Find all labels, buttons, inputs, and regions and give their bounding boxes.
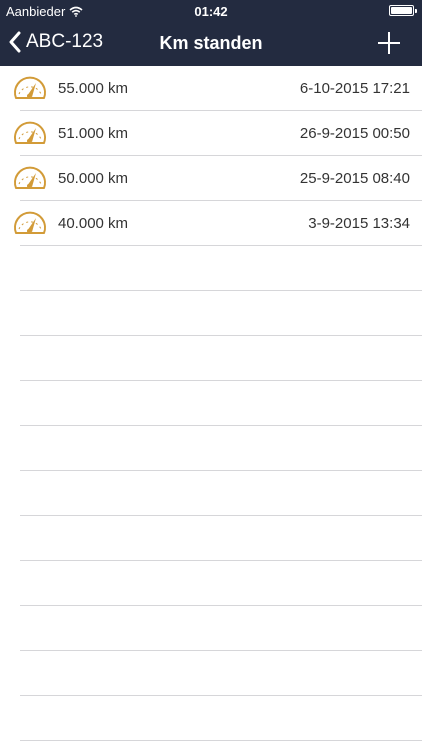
reading-date: 25-9-2015 08:40 — [299, 170, 410, 187]
km-value: 40.000 km — [58, 215, 129, 232]
reading-date: 26-9-2015 00:50 — [299, 125, 410, 142]
empty-row — [0, 561, 422, 606]
gauge-icon — [14, 121, 46, 144]
page-title: Km standen — [159, 33, 263, 53]
empty-row — [0, 516, 422, 561]
status-bar: Aanbieder 01:42 — [0, 0, 422, 22]
reading-date: 6-10-2015 17:21 — [299, 80, 410, 97]
battery-icon — [389, 5, 417, 16]
list-item[interactable]: 55.000 km 6-10-2015 17:21 — [0, 66, 422, 111]
empty-row — [0, 471, 422, 516]
gauge-icon — [14, 166, 46, 189]
empty-row — [0, 606, 422, 651]
km-value: 50.000 km — [58, 170, 129, 187]
status-time: 01:42 — [194, 4, 228, 19]
nav-bar: ABC-123 Km standen — [0, 22, 422, 66]
reading-date: 3-9-2015 13:34 — [308, 215, 410, 232]
km-list: 55.000 km 6-10-2015 17:21 51.000 km 26-9-20… — [0, 66, 422, 741]
list-item[interactable]: 51.000 km 26-9-2015 00:50 — [0, 111, 422, 156]
gauge-icon — [14, 76, 46, 99]
km-value: 51.000 km — [58, 125, 129, 142]
empty-row — [0, 246, 422, 291]
header: Aanbieder 01:42 ABC-123 Km standen — [0, 0, 422, 66]
add-button[interactable] — [376, 30, 402, 56]
km-value: 55.000 km — [58, 80, 129, 97]
gauge-icon — [14, 211, 46, 234]
empty-row — [0, 426, 422, 471]
empty-row — [0, 696, 422, 741]
empty-row — [0, 291, 422, 336]
list-item[interactable]: 40.000 km 3-9-2015 13:34 — [0, 201, 422, 246]
empty-row — [0, 381, 422, 426]
empty-row — [0, 336, 422, 381]
list-item[interactable]: 50.000 km 25-9-2015 08:40 — [0, 156, 422, 201]
empty-row — [0, 651, 422, 696]
